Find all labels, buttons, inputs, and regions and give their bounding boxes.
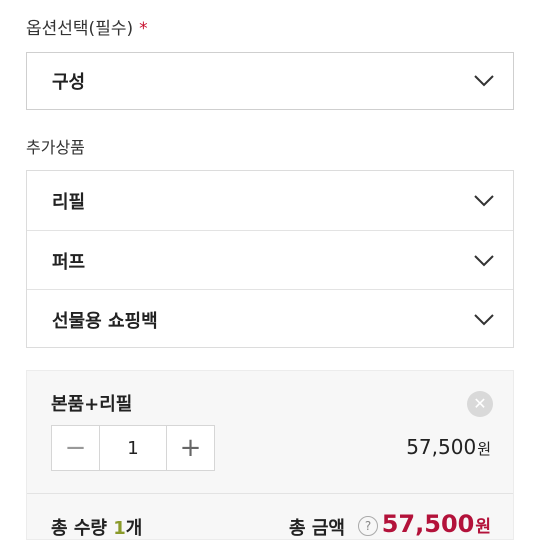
option-select[interactable]: 구성 [26, 52, 514, 110]
quantity-stepper: − 1 + [51, 425, 215, 471]
total-amount-label: 총 금액 [289, 518, 345, 539]
addon-label: 퍼프 [52, 251, 86, 273]
help-icon[interactable]: ? [358, 516, 378, 536]
option-select-value: 구성 [52, 72, 86, 93]
chevron-down-icon [474, 194, 494, 206]
addon-select-puff[interactable]: 퍼프 [27, 230, 513, 290]
total-quantity-value: 1 [113, 518, 126, 539]
total-amount-currency: 원 [475, 517, 491, 537]
addon-label: 선물용 쇼핑백 [52, 310, 158, 332]
required-star: * [139, 19, 148, 39]
addon-select-refill[interactable]: 리필 [27, 171, 513, 230]
selected-items-panel: 본품+리필 ✕ − 1 + 57,500원 총 수량 1개 총 금액 ? 57,… [26, 370, 514, 540]
item-price-value: 57,500 [406, 435, 477, 459]
close-icon: ✕ [473, 394, 487, 413]
chevron-down-icon [474, 75, 494, 87]
total-quantity: 총 수량 1개 [51, 514, 142, 540]
item-price: 57,500원 [406, 435, 491, 459]
quantity-value[interactable]: 1 [100, 426, 166, 470]
remove-item-button[interactable]: ✕ [467, 391, 493, 417]
selected-item-name: 본품+리필 [51, 394, 133, 415]
chevron-down-icon [474, 254, 494, 266]
total-quantity-prefix: 총 수량 [51, 518, 114, 539]
increase-quantity-button[interactable]: + [166, 426, 214, 470]
total-amount: 57,500원 [382, 510, 491, 538]
total-quantity-suffix: 개 [125, 518, 143, 539]
addon-group: 리필 퍼프 선물용 쇼핑백 [26, 170, 514, 348]
option-label-text: 옵션선택(필수) [26, 19, 134, 39]
item-price-currency: 원 [477, 440, 491, 458]
addon-select-shopping-bag[interactable]: 선물용 쇼핑백 [27, 289, 513, 349]
addon-section-label: 추가상품 [26, 138, 85, 157]
chevron-down-icon [474, 313, 494, 325]
total-amount-value: 57,500 [381, 510, 475, 538]
summary-divider [27, 493, 513, 494]
addon-label: 리필 [52, 191, 86, 213]
decrease-quantity-button[interactable]: − [52, 426, 100, 470]
option-section-label: 옵션선택(필수) * [26, 14, 148, 39]
